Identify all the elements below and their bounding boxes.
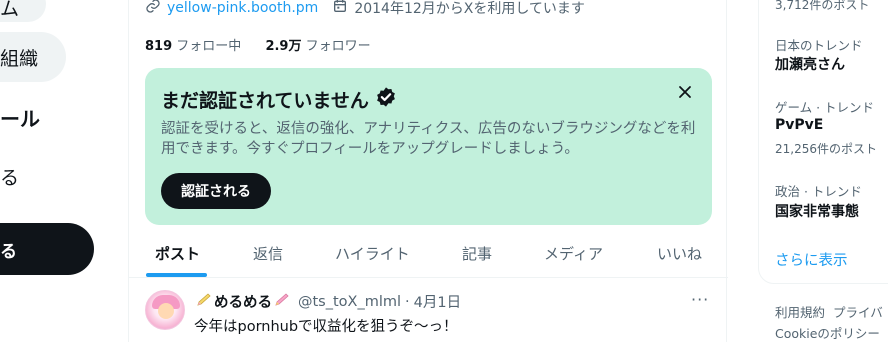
nav-item-profile[interactable]: ール [0, 103, 40, 132]
footer-privacy-link[interactable]: プライバ [833, 305, 883, 320]
tweet-text: 今年はpornhubで収益化を狙うぞ〜っ！ [194, 319, 458, 335]
tweet-author-handle[interactable]: @ts_toX_mlml [298, 294, 401, 310]
pencil-icon [274, 292, 290, 311]
nav-item-more[interactable]: る [0, 163, 19, 190]
post-button-label: る [0, 242, 17, 262]
avatar[interactable] [145, 290, 185, 330]
get-verified-button[interactable]: 認証される [161, 173, 271, 209]
tab-posts[interactable]: ポスト [155, 243, 200, 264]
nav-item-top-label: ム [0, 0, 20, 20]
tweet[interactable]: めるめる @ts_toX_mlml · 4月1日 今年はpornhubで収益化を… [129, 279, 728, 342]
trend-category: 日本のトレンド [775, 38, 863, 53]
more-icon[interactable]: ··· [691, 290, 709, 309]
main-column: yellow-pink.booth.pm 2014年12月からXを利用しています… [128, 0, 728, 342]
trend-post-count: 3,712件のポスト [775, 0, 870, 12]
get-verified-button-label: 認証される [181, 184, 251, 200]
verification-description: 認証を受けると、返信の強化、アナリティクス、広告のないブラウジングなどを利用でき… [161, 121, 696, 157]
trend-item-name[interactable]: 加瀬亮さん [775, 54, 845, 74]
following-count: 819 [145, 39, 173, 54]
active-tab-indicator [146, 273, 207, 277]
link-icon [145, 0, 161, 18]
footer-links: 利用規約 プライバ Cookieのポリシー [775, 302, 888, 342]
trend-category: 政治 · トレンド [775, 184, 862, 199]
nav-item-organizations-label: 組織 [0, 48, 39, 70]
followers-count: 2.9万 [265, 39, 302, 54]
profile-tabs: ポスト 返信 ハイライト 記事 メディア いいね [129, 226, 728, 278]
verification-promo-card: まだ認証されていません 認証を受けると、返信の強化、アナリティクス、広告のないブ… [145, 68, 712, 225]
trend-post-count: 21,256件のポスト [775, 142, 877, 156]
profile-website-link[interactable]: yellow-pink.booth.pm [167, 0, 318, 16]
followers-link[interactable]: 2.9万 フォロワー [265, 39, 370, 54]
pencil-icon [196, 292, 212, 311]
trend-category: ゲーム · トレンド [775, 100, 875, 115]
verified-badge-icon [369, 86, 397, 113]
profile-meta-row: yellow-pink.booth.pm 2014年12月からXを利用しています [145, 0, 585, 18]
tweet-author-name[interactable]: めるめる [214, 291, 272, 312]
calendar-icon [332, 0, 348, 18]
close-icon[interactable] [675, 82, 695, 102]
footer-cookie-link[interactable]: Cookieのポリシー [775, 326, 880, 341]
following-label: フォロー中 [176, 39, 242, 54]
post-button[interactable]: る [0, 223, 94, 275]
show-more-link[interactable]: さらに表示 [775, 249, 848, 270]
tab-highlights[interactable]: ハイライト [335, 243, 410, 264]
verification-title: まだ認証されていません [161, 90, 369, 112]
follow-stats: 819 フォロー中 2.9万 フォロワー [145, 35, 371, 54]
verification-title-row: まだ認証されていません [161, 86, 397, 113]
tweet-header: めるめる @ts_toX_mlml · 4月1日 [194, 291, 461, 312]
tab-articles[interactable]: 記事 [462, 243, 492, 264]
tab-media[interactable]: メディア [544, 243, 603, 264]
trend-item-name[interactable]: 国家非常事態 [775, 201, 859, 221]
following-link[interactable]: 819 フォロー中 [145, 39, 241, 54]
footer-terms-link[interactable]: 利用規約 [775, 305, 825, 320]
tab-replies[interactable]: 返信 [253, 243, 283, 264]
followers-label: フォロワー [305, 39, 371, 54]
profile-joined-date: 2014年12月からXを利用しています [354, 1, 585, 17]
tab-likes[interactable]: いいね [657, 243, 702, 264]
trend-item-name[interactable]: PvPvE [775, 117, 823, 133]
tweet-date[interactable]: 4月1日 [414, 291, 461, 312]
tweet-separator: · [405, 293, 410, 310]
